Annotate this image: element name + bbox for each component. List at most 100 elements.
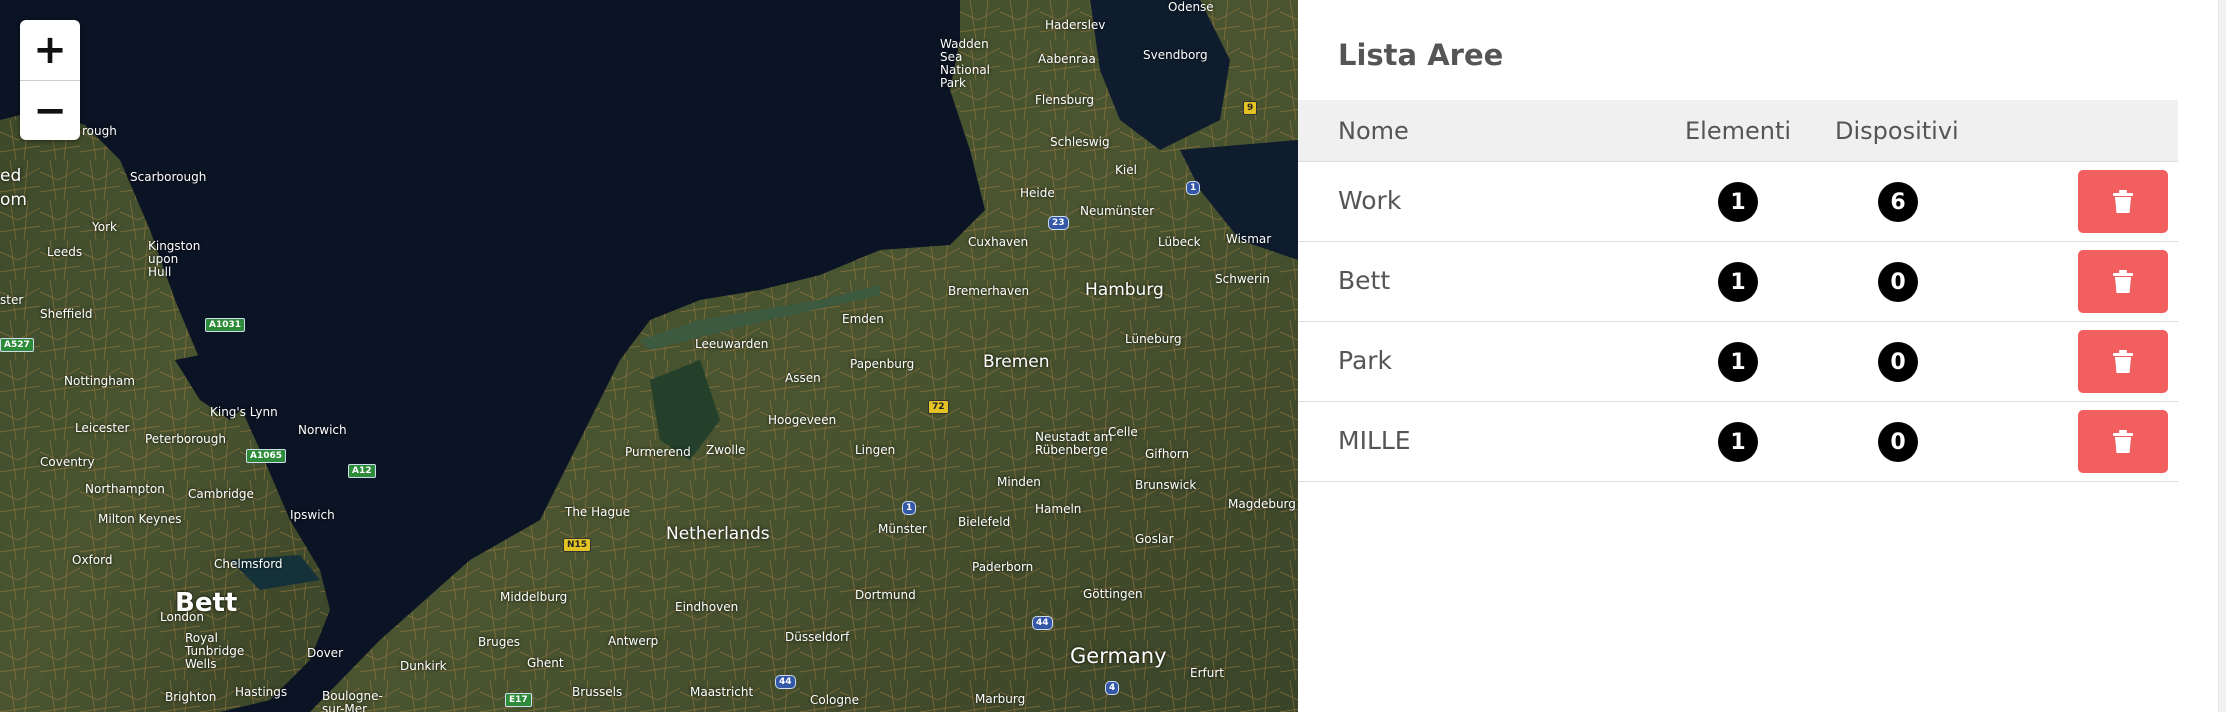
- map-label-neustadt: Neustadt am Rübenberge: [1035, 430, 1113, 457]
- road-shield: A1065: [246, 449, 287, 463]
- map-label-cologne: Cologne: [810, 693, 860, 707]
- map-label-odense: Odense: [1168, 0, 1214, 14]
- map-label-kiel: Kiel: [1115, 163, 1137, 177]
- map-label-aabenraa: Aabenraa: [1038, 52, 1096, 66]
- map-label-tunbridge: Royal Tunbridge Wells: [185, 631, 245, 671]
- trash-icon: [2113, 189, 2133, 213]
- map-label-emden: Emden: [842, 312, 884, 326]
- road-shield: 1: [1186, 181, 1201, 195]
- map-label-celle: Celle: [1108, 425, 1138, 439]
- map-label-netherlands: Netherlands: [666, 524, 770, 544]
- map-label-the-hague: The Hague: [565, 505, 631, 519]
- map-label-leeds: Leeds: [47, 245, 83, 259]
- area-name: Work: [1338, 186, 1402, 215]
- table-row: Work 1 6: [1298, 162, 2178, 242]
- map-label-ipswich: Ipswich: [290, 508, 335, 522]
- delete-area-button[interactable]: [2078, 330, 2168, 393]
- map-label-munster: Münster: [878, 522, 927, 536]
- map-label-bremen: Bremen: [983, 352, 1050, 372]
- map-label-edge-rough: rough: [82, 124, 117, 138]
- map-label-neumunster: Neumünster: [1080, 204, 1155, 218]
- map-label-bruges: Bruges: [478, 635, 521, 649]
- map-label-brunswick: Brunswick: [1135, 478, 1197, 492]
- map-label-minden: Minden: [997, 475, 1041, 489]
- map-label-bielefeld: Bielefeld: [958, 515, 1011, 529]
- map-label-northampton: Northampton: [85, 482, 165, 496]
- map-label-hameln: Hameln: [1035, 502, 1082, 516]
- map-label-zwolle: Zwolle: [706, 443, 746, 457]
- road-shield: 9: [1243, 101, 1258, 115]
- zoom-out-button[interactable]: −: [20, 80, 80, 140]
- zoom-in-button[interactable]: +: [20, 20, 80, 80]
- map-view[interactable]: rough Scarborough York Leeds Kingston up…: [0, 0, 1298, 712]
- map-label-nottingham: Nottingham: [64, 374, 135, 388]
- map-label-gifhorn: Gifhorn: [1145, 447, 1190, 461]
- map-label-erfurt: Erfurt: [1190, 666, 1224, 680]
- map-label-leeuwarden: Leeuwarden: [695, 337, 769, 351]
- road-shield: N15: [563, 538, 592, 552]
- road-shield: 1: [902, 501, 917, 515]
- map-label-flensburg: Flensburg: [1035, 93, 1095, 107]
- road-shield: E17: [505, 693, 532, 707]
- map-label-kingston: Kingston upon Hull: [148, 239, 201, 279]
- panel-scrollbar[interactable]: [2218, 0, 2226, 712]
- delete-area-button[interactable]: [2078, 170, 2168, 233]
- map-label-norwich: Norwich: [298, 423, 347, 437]
- trash-icon: [2113, 269, 2133, 293]
- map-label-boulogne: Boulogne-sur-Mer: [322, 689, 383, 712]
- elements-count-badge: 1: [1718, 262, 1758, 302]
- table-row: Park 1 0: [1298, 322, 2178, 402]
- devices-count-badge: 0: [1878, 342, 1918, 382]
- map-label-dortmund: Dortmund: [855, 588, 916, 602]
- table-header: Nome Elementi Dispositivi: [1298, 100, 2178, 162]
- delete-area-button[interactable]: [2078, 250, 2168, 313]
- map-label-eindhoven: Eindhoven: [675, 600, 739, 614]
- map-label-hastings: Hastings: [235, 685, 288, 699]
- road-shield: 44: [1032, 616, 1053, 630]
- areas-table: Nome Elementi Dispositivi Work 1 6 Bett …: [1298, 100, 2178, 482]
- map-label-maastricht: Maastricht: [690, 685, 754, 699]
- map-label-milton-keynes: Milton Keynes: [98, 512, 182, 526]
- area-name: Bett: [1338, 266, 1391, 295]
- map-label-hoogeveen: Hoogeveen: [768, 413, 837, 427]
- map-label-purmerend: Purmerend: [625, 445, 691, 459]
- map-label-leicester: Leicester: [75, 421, 130, 435]
- map-label-dusseldorf: Düsseldorf: [785, 630, 850, 644]
- map-label-assen: Assen: [785, 371, 821, 385]
- map-label-hamburg: Hamburg: [1085, 280, 1164, 300]
- areas-panel: Lista Aree Nome Elementi Dispositivi Wor…: [1298, 0, 2220, 712]
- map-label-middelburg: Middelburg: [500, 590, 568, 604]
- map-label-magdeburg: Magdeburg: [1228, 497, 1296, 511]
- map-label-goslar: Goslar: [1135, 532, 1174, 546]
- delete-area-button[interactable]: [2078, 410, 2168, 473]
- road-shield: 23: [1048, 216, 1069, 230]
- map-label-scarborough: Scarborough: [130, 170, 207, 184]
- road-shield: A12: [348, 464, 376, 478]
- trash-icon: [2113, 429, 2133, 453]
- map-label-schleswig: Schleswig: [1050, 135, 1110, 149]
- map-label-papenburg: Papenburg: [850, 357, 915, 371]
- map-label-edge-ster: ster: [0, 293, 24, 307]
- column-header-elements: Elementi: [1685, 117, 1792, 145]
- map-label-cuxhaven: Cuxhaven: [968, 235, 1029, 249]
- map-label-chelmsford: Chelmsford: [214, 557, 283, 571]
- map-label-luneburg: Lüneburg: [1125, 332, 1182, 346]
- map-label-wadden: Wadden Sea National Park: [940, 37, 991, 90]
- map-label-bremerhaven: Bremerhaven: [948, 284, 1030, 298]
- elements-count-badge: 1: [1718, 422, 1758, 462]
- road-shield: 44: [775, 675, 796, 689]
- map-label-gottingen: Göttingen: [1083, 587, 1143, 601]
- map-label-dover: Dover: [307, 646, 343, 660]
- map-label-lingen: Lingen: [855, 443, 896, 457]
- map-label-brussels: Brussels: [572, 685, 623, 699]
- map-label-lubeck: Lübeck: [1158, 235, 1201, 249]
- map-label-wismar: Wismar: [1226, 232, 1272, 246]
- map-label-kings-lynn: King's Lynn: [210, 405, 278, 419]
- road-shield: A1031: [205, 318, 246, 332]
- table-row: Bett 1 0: [1298, 242, 2178, 322]
- elements-count-badge: 1: [1718, 342, 1758, 382]
- map-label-dunkirk: Dunkirk: [400, 659, 447, 673]
- map-label-bett: Bett: [175, 588, 238, 618]
- map-label-ghent: Ghent: [527, 656, 564, 670]
- map-label-edge-om: om: [0, 190, 27, 210]
